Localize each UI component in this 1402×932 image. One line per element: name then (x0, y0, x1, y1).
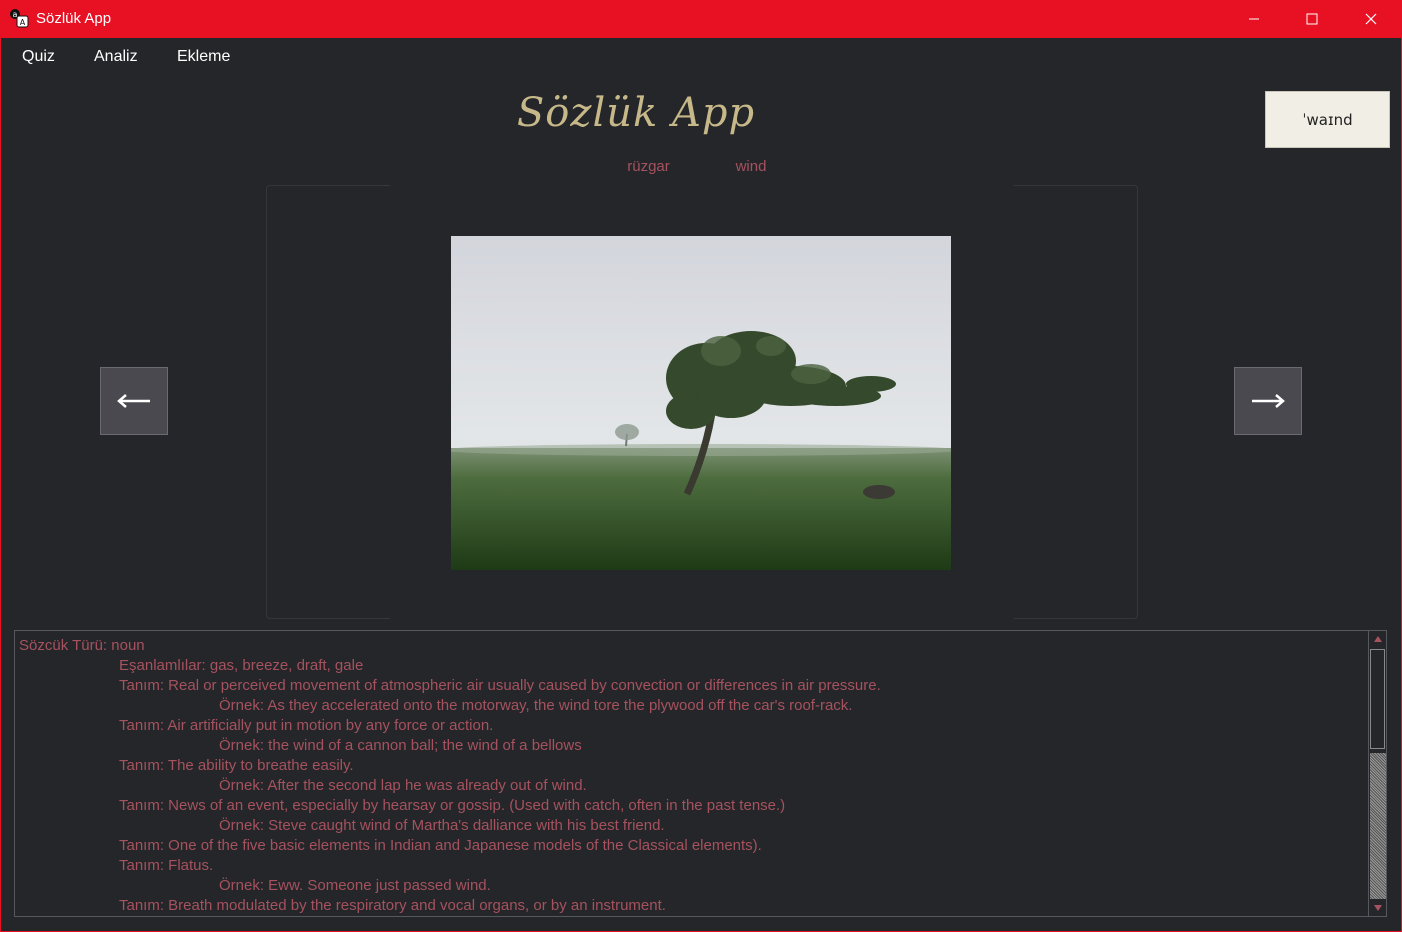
turkish-word: rüzgar (627, 158, 670, 175)
example-line: Örnek: Steve caught wind of Martha's dal… (219, 817, 665, 834)
example-line: Örnek: After the second lap he was alrea… (219, 777, 587, 794)
minimize-button[interactable] (1225, 0, 1283, 38)
menu-item-quiz[interactable]: Quiz (22, 48, 55, 66)
close-button[interactable] (1342, 0, 1400, 38)
maximize-button[interactable] (1283, 0, 1341, 38)
menu-item-analiz[interactable]: Analiz (94, 48, 138, 66)
definition-line: Tanım: Flatus. (119, 857, 214, 874)
scroll-track[interactable] (1370, 649, 1385, 749)
maximize-icon (1306, 13, 1318, 25)
frame-divider-top (390, 183, 1014, 187)
definition-line: Tanım: Real or perceived movement of atm… (119, 677, 881, 694)
details-scrollbar[interactable] (1368, 630, 1387, 917)
scroll-up-button[interactable] (1370, 632, 1386, 646)
word-details-textbox[interactable]: Sözcük Türü: noun Eşanlamlılar: gas, bre… (14, 630, 1369, 917)
definition-line: Tanım: Air artificially put in motion by… (119, 717, 494, 734)
frame-divider-bottom (390, 615, 1014, 619)
word-type-line: Sözcük Türü: noun (19, 637, 145, 654)
app-heading: Sözlük App (516, 90, 756, 136)
next-word-button[interactable] (1234, 367, 1302, 435)
menu-item-ekleme[interactable]: Ekleme (177, 48, 230, 66)
synonyms-line: Eşanlamlılar: gas, breeze, draft, gale (119, 657, 364, 674)
minimize-icon (1249, 18, 1259, 20)
example-line: Örnek: the wind of a cannon ball; the wi… (219, 737, 582, 754)
definition-line: Tanım: One of the five basic elements in… (119, 837, 762, 854)
windswept-tree-icon (451, 236, 951, 570)
menu-bar: Quiz Analiz Ekleme (1, 38, 1401, 76)
client-area: Quiz Analiz Ekleme Sözlük App rüzgar win… (1, 38, 1401, 931)
window-title: Sözlük App (36, 10, 112, 27)
english-word: wind (735, 158, 767, 175)
scroll-down-button[interactable] (1370, 901, 1386, 915)
triangle-up-icon (1374, 636, 1382, 642)
triangle-down-icon (1374, 905, 1382, 911)
close-icon (1365, 13, 1377, 25)
arrow-right-icon (1252, 394, 1285, 408)
example-line: Örnek: Eww. Someone just passed wind. (219, 877, 491, 894)
definition-line: Tanım: News of an event, especially by h… (119, 797, 786, 814)
definition-line: Tanım: The ability to breathe easily. (119, 757, 354, 774)
svg-text:A: A (20, 18, 26, 27)
arrow-left-icon (117, 394, 150, 408)
pronunciation-button[interactable]: ˈwaɪnd (1265, 91, 1390, 148)
example-line: Örnek: As they accelerated onto the moto… (219, 697, 853, 714)
pronunciation-label: ˈwaɪnd (1302, 110, 1353, 129)
app-icon: a A (9, 8, 29, 28)
previous-word-button[interactable] (100, 367, 168, 435)
definition-line: Tanım: Breath modulated by the respirato… (119, 897, 666, 914)
scroll-thumb[interactable] (1370, 753, 1386, 899)
title-bar[interactable]: a A Sözlük App (0, 0, 1402, 38)
word-image (451, 236, 951, 570)
